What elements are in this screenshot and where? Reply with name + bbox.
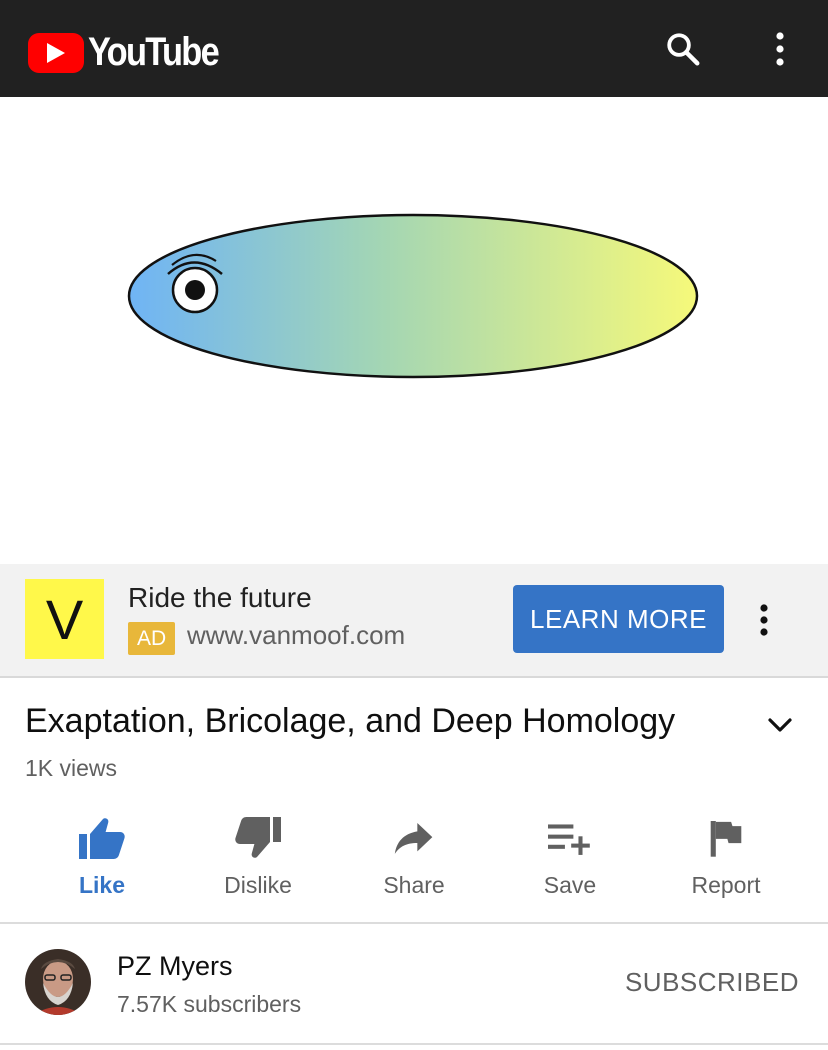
thumb-down-icon — [180, 810, 336, 866]
channel-name[interactable]: PZ Myers — [117, 951, 233, 982]
playlist-add-icon — [492, 810, 648, 866]
divider — [0, 922, 828, 924]
channel-row[interactable]: PZ Myers 7.57K subscribers SUBSCRIBED — [0, 925, 828, 1043]
video-player[interactable] — [0, 97, 828, 564]
ad-badge: AD — [128, 622, 176, 655]
youtube-logo[interactable]: YouTube — [28, 30, 239, 75]
top-app-bar: YouTube — [0, 0, 828, 97]
ad-url[interactable]: www.vanmoof.com — [187, 620, 405, 651]
learn-more-button[interactable]: LEARN MORE — [513, 585, 724, 653]
advertiser-logo-letter: V — [45, 587, 84, 651]
view-count: 1K views — [25, 755, 118, 781]
like-button[interactable]: Like — [24, 806, 180, 899]
youtube-play-icon — [28, 32, 84, 73]
chevron-down-icon[interactable] — [760, 705, 800, 745]
video-title[interactable]: Exaptation, Bricolage, and Deep Homology — [25, 702, 675, 741]
advertiser-logo[interactable]: V — [25, 579, 104, 659]
video-actions: Like Dislike Share Save Report — [0, 806, 828, 922]
thumb-up-icon — [24, 810, 180, 866]
dislike-button[interactable]: Dislike — [180, 806, 336, 899]
divider — [0, 1043, 828, 1045]
report-button[interactable]: Report — [648, 806, 804, 899]
dislike-label: Dislike — [224, 872, 292, 898]
like-label: Like — [78, 872, 126, 898]
save-button[interactable]: Save — [492, 806, 648, 899]
more-vert-icon[interactable] — [749, 600, 779, 640]
flag-icon — [648, 810, 804, 866]
save-label: Save — [543, 872, 597, 898]
report-label: Report — [691, 872, 761, 898]
subscribed-button[interactable]: SUBSCRIBED — [625, 967, 799, 998]
avatar[interactable] — [25, 949, 91, 1015]
fish-drawing — [127, 213, 699, 379]
share-button[interactable]: Share — [336, 806, 492, 899]
ad-title[interactable]: Ride the future — [128, 582, 312, 614]
search-icon[interactable] — [660, 26, 706, 72]
ad-banner[interactable]: V Ride the future AD www.vanmoof.com LEA… — [0, 564, 828, 678]
more-vert-icon[interactable] — [757, 26, 803, 72]
youtube-logo-text: YouTube — [88, 30, 220, 74]
share-icon — [336, 810, 492, 866]
share-label: Share — [383, 872, 445, 898]
subscriber-count: 7.57K subscribers — [117, 991, 302, 1017]
